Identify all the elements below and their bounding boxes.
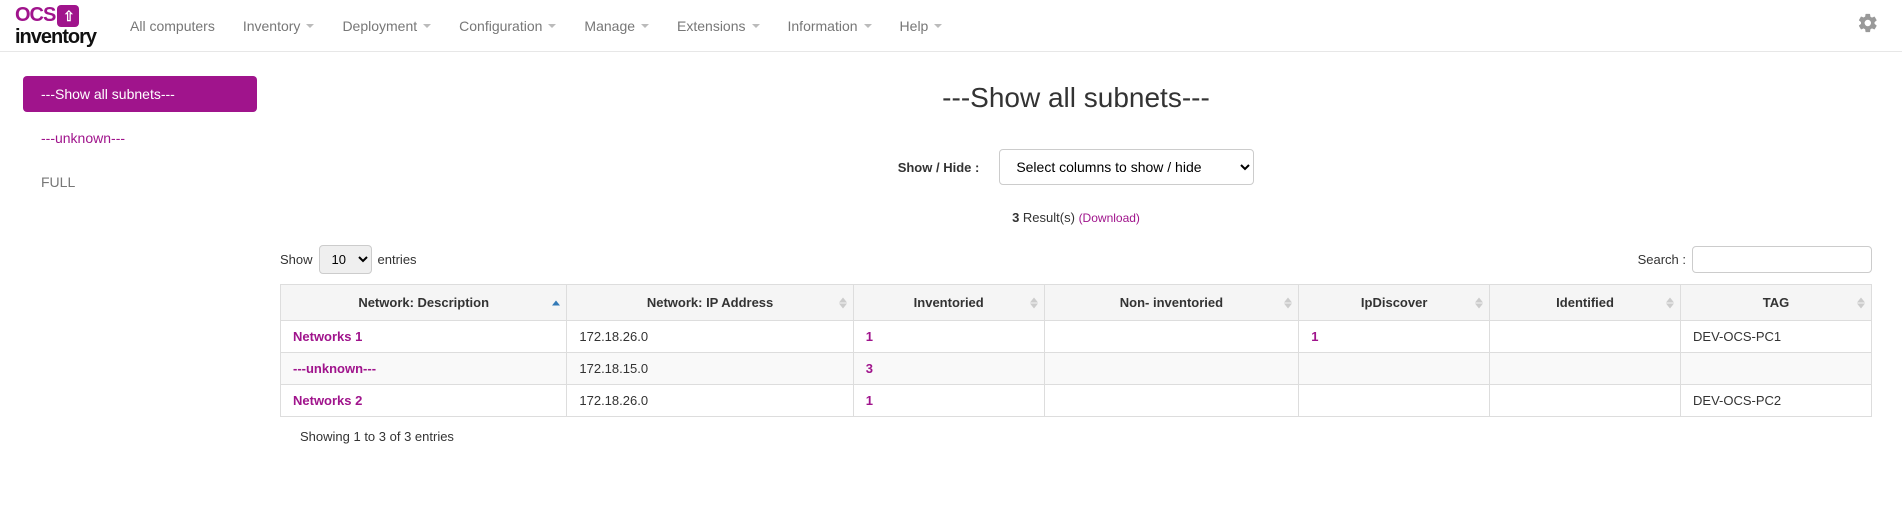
show-label: Show: [280, 252, 313, 267]
caret-icon: [306, 24, 314, 28]
caret-icon: [423, 24, 431, 28]
logo[interactable]: OCS⇧ inventory: [15, 5, 96, 47]
show-hide-label: Show / Hide :: [898, 160, 980, 175]
nav-inventory[interactable]: Inventory: [229, 0, 329, 52]
cell-ip: 172.18.15.0: [567, 353, 853, 385]
sort-asc-icon: [1284, 297, 1292, 302]
caret-icon: [864, 24, 872, 28]
entries-label: entries: [378, 252, 417, 267]
sort-asc-icon: [839, 297, 847, 302]
cell-inventoried[interactable]: 1: [866, 329, 873, 344]
download-link[interactable]: (Download): [1079, 211, 1140, 225]
table-body: Networks 1 172.18.26.0 1 1 DEV-OCS-PC1 -…: [281, 321, 1872, 417]
sort-asc-icon: [1030, 297, 1038, 302]
sort-desc-icon: [1475, 303, 1483, 308]
entries-select[interactable]: 10: [319, 245, 372, 274]
results-count: 3: [1012, 210, 1019, 225]
results-word: Result(s): [1023, 210, 1075, 225]
table-row: Networks 1 172.18.26.0 1 1 DEV-OCS-PC1: [281, 321, 1872, 353]
cell-noninv: [1044, 353, 1299, 385]
col-ip[interactable]: Network: IP Address: [567, 285, 853, 321]
table-row: ---unknown--- 172.18.15.0 3: [281, 353, 1872, 385]
show-hide-select[interactable]: Select columns to show / hide: [999, 149, 1254, 185]
show-hide-row: Show / Hide : Select columns to show / h…: [280, 149, 1872, 185]
cell-noninv: [1044, 321, 1299, 353]
sort-desc-icon: [1030, 303, 1038, 308]
sidebar: ---Show all subnets--- ---unknown--- FUL…: [0, 52, 280, 224]
cell-network-desc[interactable]: Networks 1: [293, 329, 362, 344]
col-description[interactable]: Network: Description: [281, 285, 567, 321]
logo-badge-icon: ⇧: [57, 5, 79, 27]
cell-ipdiscover[interactable]: 1: [1311, 329, 1318, 344]
show-entries: Show 10 entries: [280, 245, 417, 274]
cell-identified: [1490, 321, 1681, 353]
table-row: Networks 2 172.18.26.0 1 DEV-OCS-PC2: [281, 385, 1872, 417]
top-navbar: OCS⇧ inventory All computers Inventory D…: [0, 0, 1902, 52]
nav-links: All computers Inventory Deployment Confi…: [116, 0, 1849, 52]
caret-icon: [752, 24, 760, 28]
cell-inventoried[interactable]: 1: [866, 393, 873, 408]
cell-inventoried[interactable]: 3: [866, 361, 873, 376]
search-box: Search :: [1638, 246, 1872, 273]
col-noninventoried[interactable]: Non- inventoried: [1044, 285, 1299, 321]
table-info: Showing 1 to 3 of 3 entries: [280, 417, 1872, 444]
nav-help[interactable]: Help: [886, 0, 957, 52]
cell-identified: [1490, 353, 1681, 385]
cell-noninv: [1044, 385, 1299, 417]
cell-network-desc[interactable]: Networks 2: [293, 393, 362, 408]
nav-extensions[interactable]: Extensions: [663, 0, 773, 52]
page-title: ---Show all subnets---: [280, 82, 1872, 114]
caret-icon: [934, 24, 942, 28]
main-content: ---Show all subnets--- Show / Hide : Sel…: [280, 52, 1902, 474]
sort-desc-icon: [1857, 303, 1865, 308]
sidebar-item-unknown[interactable]: ---unknown---: [23, 120, 257, 156]
sidebar-item-show-all[interactable]: ---Show all subnets---: [23, 76, 257, 112]
col-tag[interactable]: TAG: [1681, 285, 1872, 321]
cell-identified: [1490, 385, 1681, 417]
search-input[interactable]: [1692, 246, 1872, 273]
caret-icon: [641, 24, 649, 28]
cell-tag: [1681, 353, 1872, 385]
col-identified[interactable]: Identified: [1490, 285, 1681, 321]
caret-icon: [548, 24, 556, 28]
search-label: Search :: [1638, 252, 1686, 267]
nav-all-computers[interactable]: All computers: [116, 0, 229, 52]
col-ipdiscover[interactable]: IpDiscover: [1299, 285, 1490, 321]
sort-desc-icon: [1284, 303, 1292, 308]
cell-tag: DEV-OCS-PC2: [1681, 385, 1872, 417]
cell-network-desc[interactable]: ---unknown---: [293, 361, 376, 376]
nav-configuration[interactable]: Configuration: [445, 0, 570, 52]
gear-icon[interactable]: [1849, 12, 1887, 40]
sort-desc-icon: [1666, 303, 1674, 308]
sort-asc-icon: [1857, 297, 1865, 302]
sort-desc-icon: [839, 303, 847, 308]
table-controls: Show 10 entries Search :: [280, 245, 1872, 274]
cell-ip: 172.18.26.0: [567, 321, 853, 353]
sort-asc-icon: [552, 300, 560, 305]
sort-asc-icon: [1666, 297, 1674, 302]
nav-manage[interactable]: Manage: [570, 0, 663, 52]
cell-tag: DEV-OCS-PC1: [1681, 321, 1872, 353]
cell-ip: 172.18.26.0: [567, 385, 853, 417]
nav-information[interactable]: Information: [774, 0, 886, 52]
nav-deployment[interactable]: Deployment: [328, 0, 445, 52]
sort-asc-icon: [1475, 297, 1483, 302]
results-row: 3 Result(s) (Download): [280, 210, 1872, 225]
sidebar-item-full[interactable]: FULL: [23, 164, 257, 200]
subnets-table: Network: Description Network: IP Address…: [280, 284, 1872, 417]
col-inventoried[interactable]: Inventoried: [853, 285, 1044, 321]
